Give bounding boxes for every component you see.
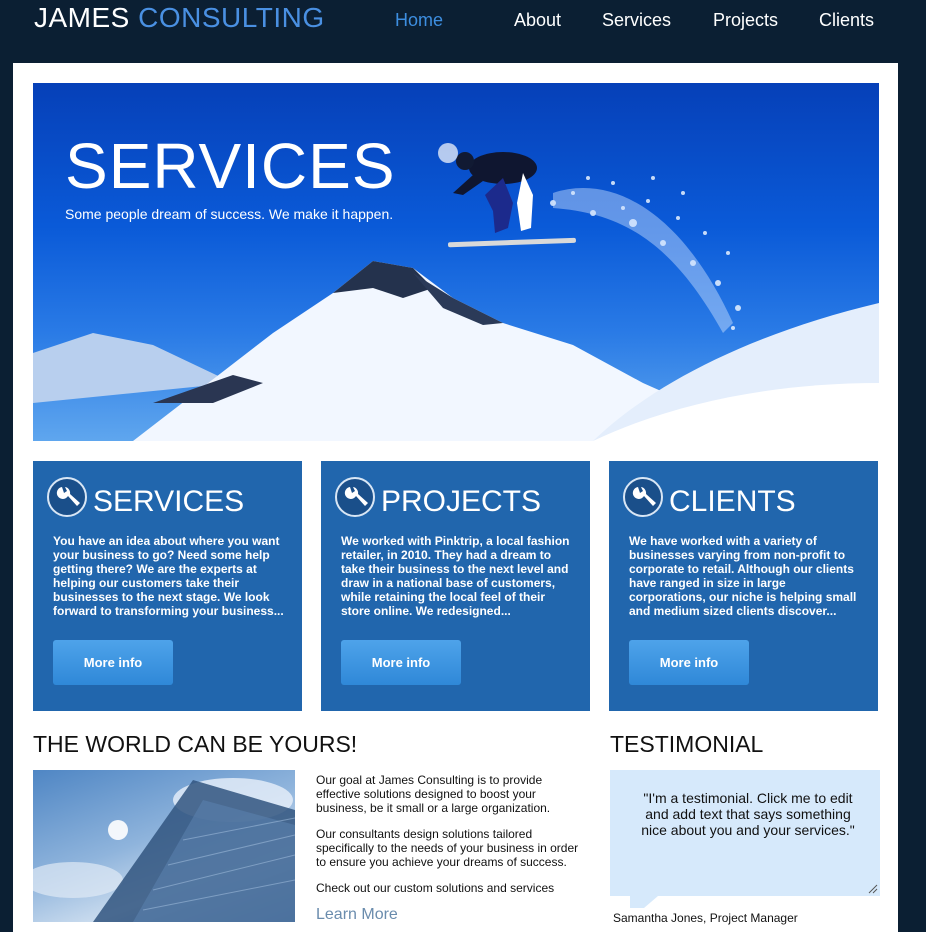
nav-projects[interactable]: Projects: [713, 10, 778, 31]
site-logo[interactable]: JAMES CONSULTING: [34, 2, 325, 34]
world-paragraph-2: Our consultants design solutions tailore…: [316, 827, 579, 869]
learn-more-link[interactable]: Learn More: [316, 906, 398, 924]
logo-primary-text: JAMES: [34, 2, 130, 33]
testimonial-title: TESTIMONIAL: [610, 731, 764, 757]
nav-services[interactable]: Services: [602, 10, 671, 31]
more-info-button[interactable]: More info: [341, 640, 461, 685]
main-panel: SERVICES Some people dream of success. W…: [13, 63, 898, 932]
testimonial-bubble-tail: [630, 896, 658, 908]
hero-banner: SERVICES Some people dream of success. W…: [33, 83, 879, 441]
testimonial-author: Samantha Jones, Project Manager: [613, 911, 798, 925]
card-clients: CLIENTS We have worked with a variety of…: [609, 461, 878, 711]
world-paragraph-1: Our goal at James Consulting is to provi…: [316, 773, 551, 815]
site-header: JAMES CONSULTING Home About Services Pro…: [0, 0, 926, 62]
wrench-icon: [335, 477, 375, 517]
card-text: We have worked with a variety of busines…: [629, 534, 857, 618]
card-text: You have an idea about where you want yo…: [53, 534, 284, 618]
resize-handle-icon[interactable]: [868, 884, 878, 894]
logo-accent-text: CONSULTING: [138, 2, 325, 33]
nav-home[interactable]: Home: [395, 10, 443, 31]
wrench-icon: [47, 477, 87, 517]
hero-subtitle: Some people dream of success. We make it…: [65, 206, 394, 222]
more-info-button[interactable]: More info: [53, 640, 173, 685]
card-projects: PROJECTS We worked with Pinktrip, a loca…: [321, 461, 590, 711]
card-title: PROJECTS: [381, 485, 542, 518]
card-services: SERVICES You have an idea about where yo…: [33, 461, 302, 711]
nav-clients[interactable]: Clients: [819, 10, 874, 31]
card-title: SERVICES: [93, 485, 245, 518]
card-text: We worked with Pinktrip, a local fashion…: [341, 534, 570, 618]
hero-title: SERVICES: [65, 130, 396, 202]
world-paragraph-3: Check out our custom solutions and servi…: [316, 881, 555, 895]
card-title: CLIENTS: [669, 485, 796, 518]
wrench-icon: [623, 477, 663, 517]
testimonial-bubble[interactable]: "I'm a testimonial. Click me to edit and…: [610, 770, 880, 908]
world-section-title: THE WORLD CAN BE YOURS!: [33, 731, 358, 757]
testimonial-quote: "I'm a testimonial. Click me to edit and…: [641, 790, 855, 838]
page-side-strip: [898, 62, 926, 932]
nav-about[interactable]: About: [514, 10, 561, 31]
building-image: [33, 770, 295, 922]
more-info-button[interactable]: More info: [629, 640, 749, 685]
